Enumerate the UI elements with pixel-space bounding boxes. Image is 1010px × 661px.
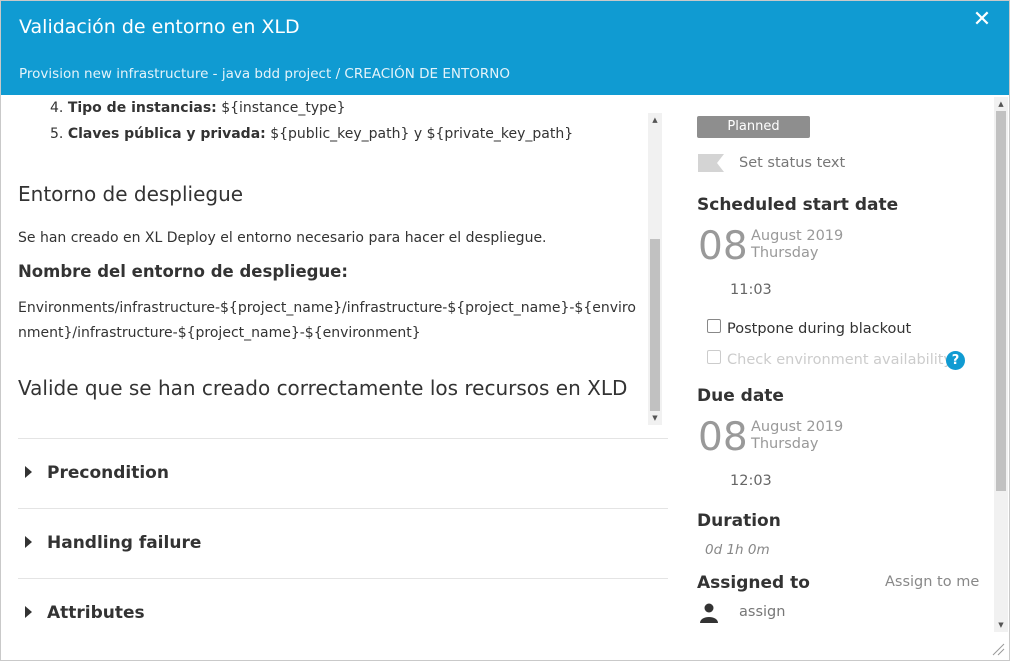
postpone-checkbox[interactable]: [707, 319, 721, 333]
caret-right-icon: [25, 606, 32, 618]
scheduled-start-month[interactable]: August 2019: [751, 228, 843, 245]
scroll-up-arrow[interactable]: ▲: [994, 100, 1008, 108]
assign-to-me-link[interactable]: Assign to me: [885, 574, 979, 590]
scheduled-start-label: Scheduled start date: [697, 195, 899, 215]
section-precondition[interactable]: Precondition: [18, 438, 668, 508]
task-title[interactable]: Validación de entorno en XLD: [19, 16, 300, 38]
set-status-text-link[interactable]: Set status text: [739, 155, 845, 171]
flag-icon[interactable]: [698, 154, 724, 172]
caret-right-icon: [25, 466, 32, 478]
paragraph-created: Se han creado en XL Deploy el entorno ne…: [18, 230, 547, 246]
due-date-month[interactable]: August 2019: [751, 419, 843, 436]
scroll-up-arrow[interactable]: ▲: [648, 116, 662, 124]
check-environment-checkbox[interactable]: [707, 350, 721, 364]
close-icon[interactable]: ✕: [971, 9, 993, 31]
status-badge: Planned: [697, 116, 810, 138]
description-scrollbar[interactable]: ▲ ▼: [648, 113, 662, 425]
task-details-modal: Validación de entorno en XLD Provision n…: [0, 0, 1010, 661]
heading-environment: Entorno de despliegue: [18, 182, 244, 206]
check-environment-label: Check environment availability: [727, 352, 953, 368]
duration-label: Duration: [697, 511, 781, 531]
scroll-down-arrow[interactable]: ▼: [994, 621, 1008, 629]
scheduled-start-time[interactable]: 11:03: [730, 282, 772, 298]
heading-environment-name: Nombre del entorno de despliegue:: [18, 262, 348, 281]
due-date-time[interactable]: 12:03: [730, 473, 772, 489]
scheduled-start-day[interactable]: 08: [698, 227, 748, 266]
caret-right-icon: [25, 536, 32, 548]
help-icon[interactable]: ?: [946, 351, 965, 370]
scrollbar-thumb[interactable]: [650, 239, 660, 411]
due-date-label: Due date: [697, 386, 784, 406]
due-date-weekday: Thursday: [751, 436, 819, 452]
assigned-to-label: Assigned to: [697, 573, 810, 593]
environment-path: Environments/infrastructure-${project_na…: [18, 300, 636, 341]
user-icon: [700, 603, 718, 623]
section-attributes[interactable]: Attributes: [18, 578, 668, 648]
task-breadcrumb: Provision new infrastructure - java bdd …: [19, 66, 510, 82]
heading-validate: Valide que se han creado correctamente l…: [18, 376, 628, 400]
scroll-down-arrow[interactable]: ▼: [648, 414, 662, 422]
list-item: 5. Claves pública y privada: ${public_ke…: [50, 126, 574, 142]
scrollbar-thumb[interactable]: [996, 111, 1006, 491]
duration-value[interactable]: 0d 1h 0m: [705, 542, 770, 558]
sidebar-scrollbar[interactable]: ▲ ▼: [994, 97, 1008, 632]
task-description: 4. Tipo de instancias: ${instance_type} …: [18, 96, 646, 426]
section-handling-failure[interactable]: Handling failure: [18, 508, 668, 578]
assign-input[interactable]: assign: [739, 604, 785, 620]
due-date-day[interactable]: 08: [698, 418, 748, 457]
list-item: 4. Tipo de instancias: ${instance_type}: [50, 100, 346, 116]
modal-header: Validación de entorno en XLD Provision n…: [1, 1, 1009, 95]
postpone-label[interactable]: Postpone during blackout: [727, 321, 911, 337]
description-list: 4. Tipo de instancias: ${instance_type} …: [50, 96, 573, 147]
resize-handle-icon[interactable]: [991, 642, 1005, 656]
scheduled-start-weekday: Thursday: [751, 245, 819, 261]
